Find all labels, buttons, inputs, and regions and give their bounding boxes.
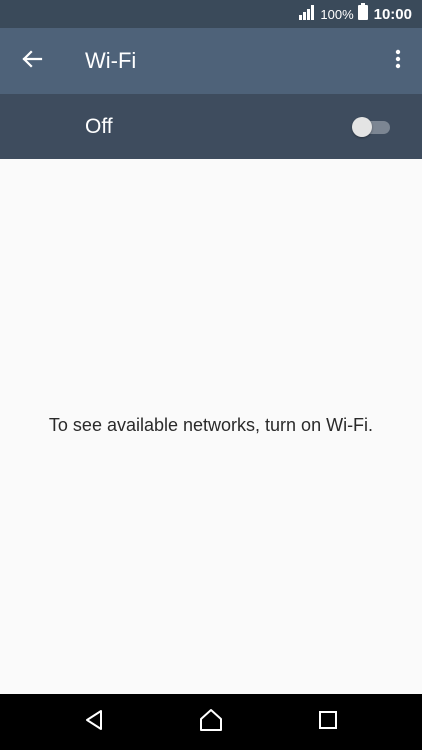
nav-home-button[interactable] [197,708,225,736]
home-icon [198,708,224,737]
back-button[interactable] [14,43,50,79]
back-triangle-icon [83,708,105,737]
page-title: Wi-Fi [85,48,137,73]
wifi-toggle-switch[interactable] [352,117,392,137]
clock: 10:00 [373,5,412,23]
recents-square-icon [318,710,338,735]
wifi-switch-label: Off [85,115,113,138]
more-options-button[interactable] [386,43,410,79]
battery-icon [357,3,368,25]
status-indicators: 100% 10:00 [298,0,412,28]
system-nav-bar [0,694,422,750]
empty-state-message: To see available networks, turn on Wi-Fi… [48,415,374,435]
status-bar: 100% 10:00 [0,0,422,28]
nav-back-button[interactable] [80,708,108,736]
nav-recents-button[interactable] [314,708,342,736]
toggle-thumb [352,117,372,137]
app-bar: Wi-Fi [0,28,422,94]
arrow-back-icon [21,48,43,75]
battery-percentage: 100% [320,6,354,22]
signal-icon [298,4,316,25]
main-content: To see available networks, turn on Wi-Fi… [0,159,422,694]
more-vert-icon [395,49,401,74]
